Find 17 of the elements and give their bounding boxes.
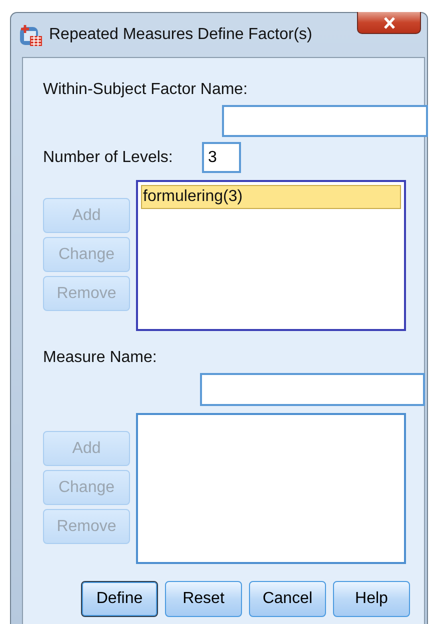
measure-name-field[interactable] (200, 373, 425, 406)
close-icon (382, 16, 396, 28)
dialog-button[interactable]: Help (333, 581, 410, 617)
measure-list[interactable] (136, 413, 406, 564)
factor-name-field[interactable] (222, 105, 428, 137)
dialog-button[interactable]: Define (81, 581, 158, 617)
field-label: Within-Subject Factor Name: (43, 80, 249, 99)
close-button[interactable] (357, 12, 421, 34)
field-label: Measure Name: (43, 348, 158, 367)
dialog-button[interactable]: Reset (165, 581, 242, 617)
factor-list[interactable]: formulering(3) (136, 180, 406, 331)
list-item[interactable]: formulering(3) (141, 185, 401, 209)
dialog-button[interactable]: Cancel (249, 581, 326, 617)
window-title: Repeated Measures Define Factor(s) (49, 26, 312, 44)
field-label: Number of Levels: (43, 148, 174, 167)
table-icon (19, 23, 43, 47)
levels-field[interactable]: 3 (202, 142, 241, 173)
